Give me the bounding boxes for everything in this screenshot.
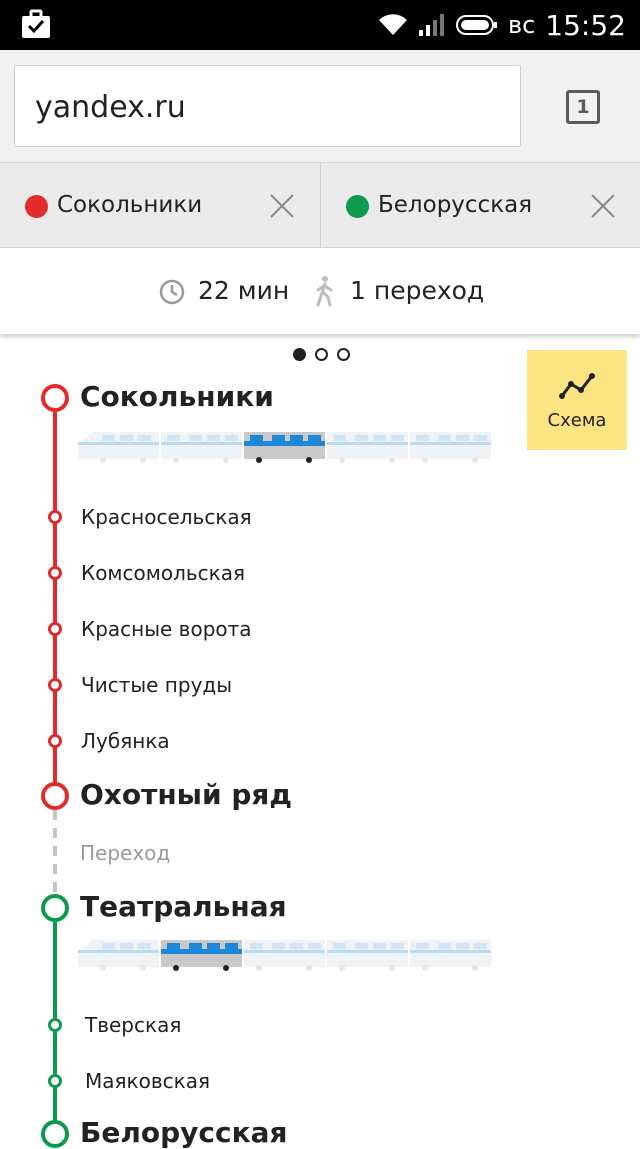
station-node xyxy=(48,1018,62,1032)
train-car xyxy=(244,936,325,972)
station-node xyxy=(41,1120,69,1148)
recommended-train-car xyxy=(244,428,325,464)
station-node xyxy=(48,566,62,580)
station-name-start[interactable]: Сокольники xyxy=(80,380,274,413)
station-name[interactable]: Маяковская xyxy=(85,1069,210,1093)
station-node xyxy=(41,384,69,412)
transfer-track xyxy=(53,810,57,892)
train-car xyxy=(78,936,159,972)
walk-icon xyxy=(316,276,333,307)
clock-icon xyxy=(159,279,185,305)
train-cars xyxy=(78,936,506,972)
station-node xyxy=(48,1074,62,1088)
route-summary: 22 мин 1 переход xyxy=(0,248,640,334)
station-name-start[interactable]: Театральная xyxy=(80,890,287,923)
station-node xyxy=(48,734,62,748)
station-node xyxy=(41,894,69,922)
train-car xyxy=(327,936,408,972)
route-duration: 22 мин xyxy=(198,276,290,305)
station-name[interactable]: Лубянка xyxy=(81,729,170,753)
station-name[interactable]: Красные ворота xyxy=(81,617,252,641)
train-cars xyxy=(78,428,506,464)
recommended-train-car xyxy=(161,936,242,972)
station-name[interactable]: Красносельская xyxy=(81,505,252,529)
station-name-end[interactable]: Белорусская xyxy=(80,1116,287,1149)
station-name[interactable]: Чистые пруды xyxy=(81,673,232,697)
route-transfers: 1 переход xyxy=(350,276,485,305)
route-list: Сокольники Красносельская Комсомольская … xyxy=(0,0,640,1149)
station-name[interactable]: Тверская xyxy=(85,1013,181,1037)
red-line-track xyxy=(53,412,57,784)
station-name-end[interactable]: Охотный ряд xyxy=(80,778,292,811)
station-name[interactable]: Комсомольская xyxy=(81,561,245,585)
train-car xyxy=(161,428,242,464)
station-node xyxy=(48,678,62,692)
train-car xyxy=(327,428,408,464)
transfer-label: Переход xyxy=(80,841,171,865)
train-car xyxy=(410,428,491,464)
station-node xyxy=(48,622,62,636)
train-car xyxy=(78,428,159,464)
train-car xyxy=(410,936,491,972)
station-node xyxy=(48,510,62,524)
station-node xyxy=(41,782,69,810)
